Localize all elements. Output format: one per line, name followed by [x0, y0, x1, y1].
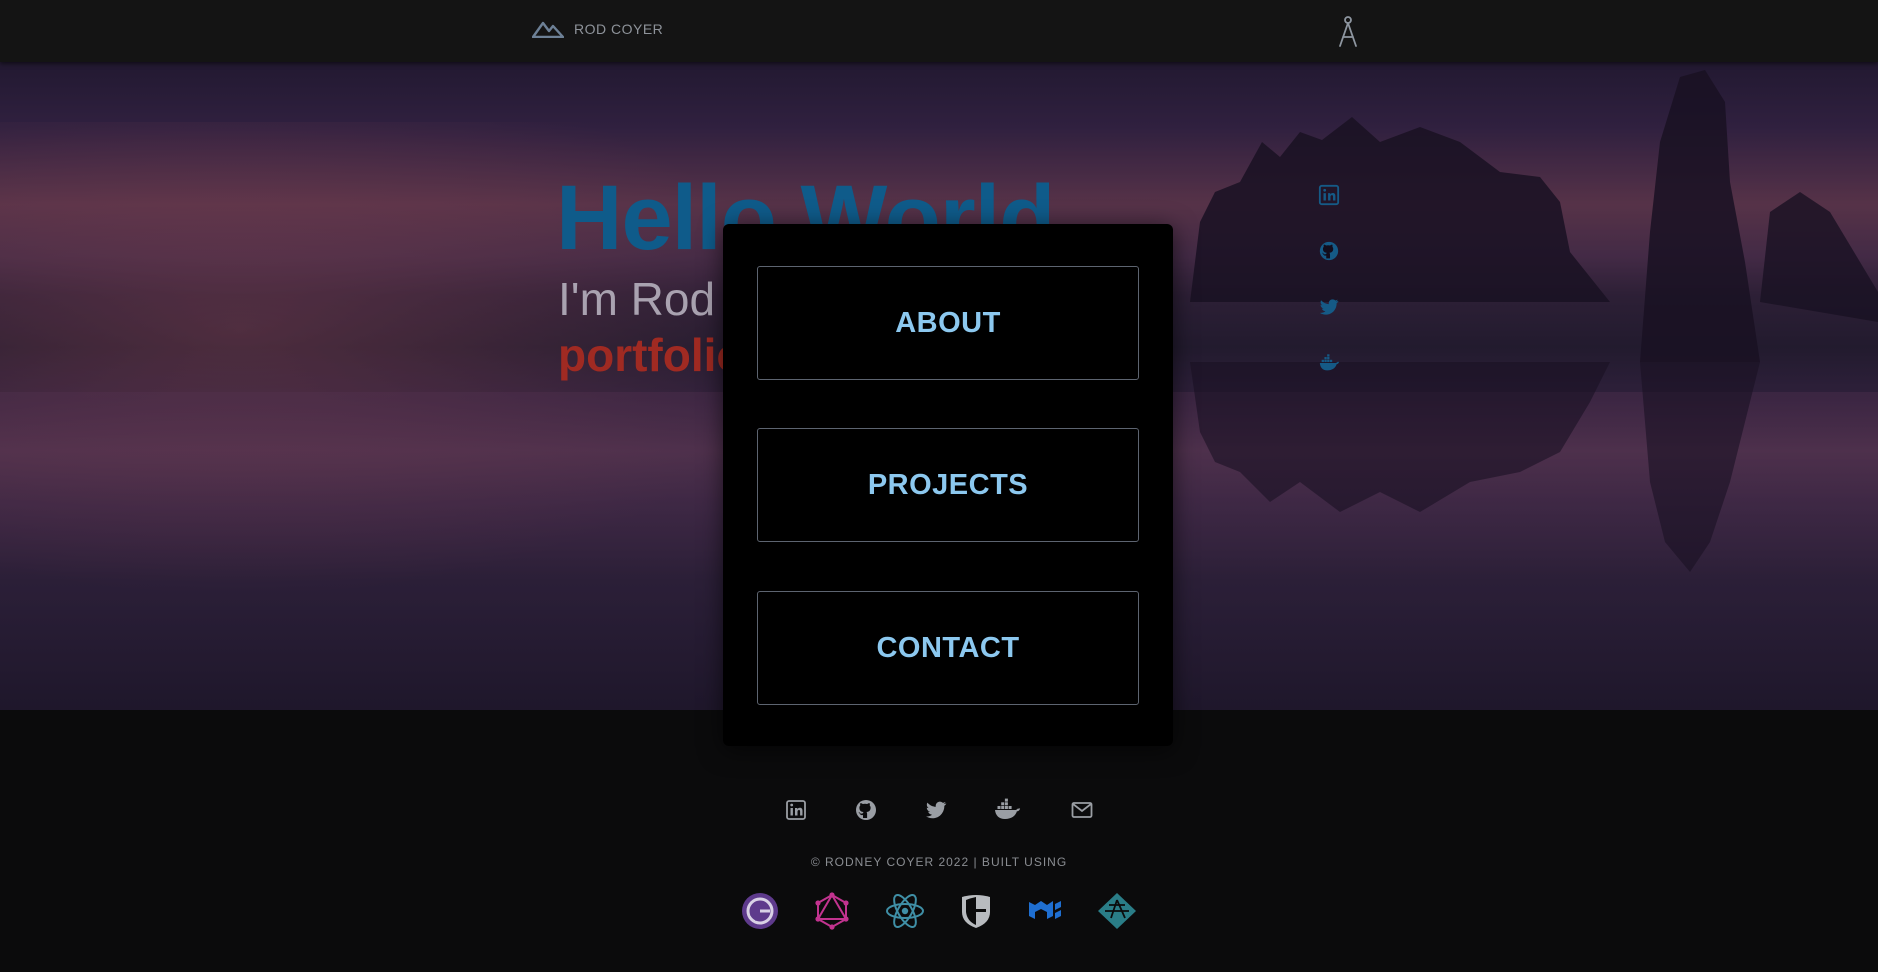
contact-button[interactable]: CONTACT [757, 591, 1139, 705]
navigation-menu-modal: ABOUT PROJECTS CONTACT [723, 224, 1173, 746]
graphql-icon[interactable] [813, 892, 851, 930]
apollo-shield-icon[interactable] [959, 892, 993, 930]
github-icon[interactable] [1318, 240, 1340, 262]
docker-icon[interactable] [994, 798, 1024, 822]
built-with-icons [0, 892, 1878, 930]
linkedin-icon[interactable] [784, 798, 808, 822]
linkedin-icon[interactable] [1318, 184, 1340, 206]
copyright-text: © RODNEY COYER 2022 | BUILT USING [810, 855, 1068, 869]
about-button[interactable]: ABOUT [757, 266, 1139, 380]
netlify-icon[interactable] [1097, 892, 1137, 930]
hero-social-links [1318, 184, 1340, 374]
brand-name: ROD COYER [574, 21, 664, 37]
twitter-icon[interactable] [1318, 296, 1340, 318]
brand-link[interactable]: ROD COYER [532, 20, 663, 38]
mail-icon[interactable] [1070, 798, 1094, 822]
top-navbar: ROD COYER [0, 0, 1878, 62]
footer-social-links [0, 798, 1878, 822]
hero-accent-text: portfolio [558, 329, 745, 381]
docker-icon[interactable] [1318, 352, 1340, 374]
twitter-icon[interactable] [924, 798, 948, 822]
hero-intro-text: I'm Rod [558, 273, 716, 325]
mountain-logo-icon [532, 21, 564, 38]
mui-icon[interactable] [1027, 892, 1063, 930]
projects-button[interactable]: PROJECTS [757, 428, 1139, 542]
github-icon[interactable] [854, 798, 878, 822]
compass-menu-icon[interactable] [1334, 14, 1362, 48]
gatsby-icon[interactable] [741, 892, 779, 930]
react-icon[interactable] [885, 892, 925, 930]
